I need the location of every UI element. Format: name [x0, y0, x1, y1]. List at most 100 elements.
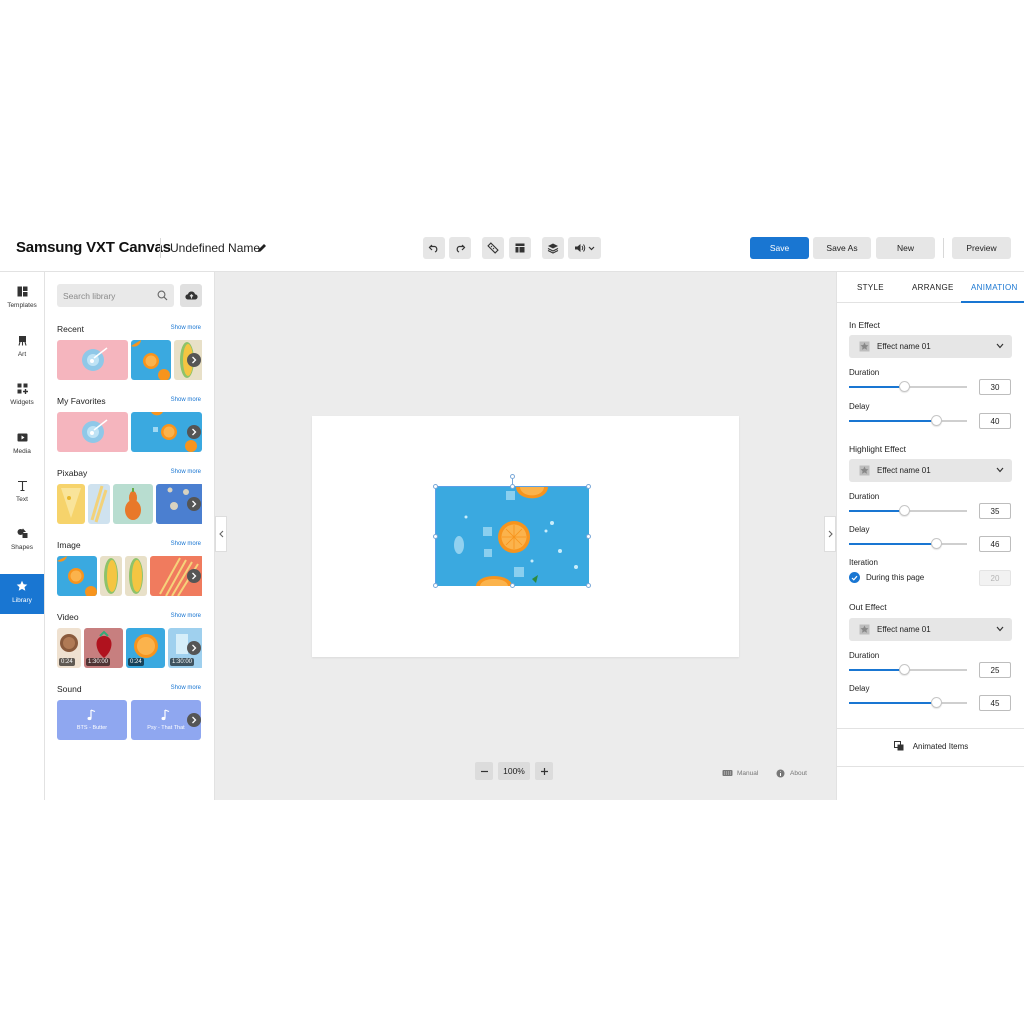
slider-knob[interactable] — [899, 664, 911, 675]
search-input[interactable] — [63, 288, 153, 303]
in-delay-slider[interactable] — [849, 415, 967, 426]
resize-handle[interactable] — [586, 534, 591, 539]
thumbnail-mango[interactable] — [100, 556, 122, 596]
rail-item-art[interactable]: Art — [0, 329, 44, 369]
thumbnail-orange[interactable] — [131, 340, 171, 380]
in-duration-input[interactable]: 30 — [979, 379, 1011, 395]
resize-handle[interactable] — [433, 583, 438, 588]
highlight-delay-slider[interactable] — [849, 538, 967, 549]
next-arrow-button[interactable] — [187, 497, 201, 511]
rail-item-text[interactable]: Text — [0, 474, 44, 514]
about-link[interactable]: About — [776, 769, 807, 778]
rotate-handle[interactable] — [510, 474, 515, 479]
tab-style[interactable]: STYLE — [857, 283, 884, 292]
rail-item-templates[interactable]: Templates — [0, 280, 44, 320]
next-arrow-button[interactable] — [187, 641, 201, 655]
slider-knob[interactable] — [931, 697, 943, 708]
volume-dropdown[interactable] — [568, 237, 601, 259]
grid-button[interactable] — [509, 237, 531, 259]
resize-handle[interactable] — [433, 534, 438, 539]
save-as-button[interactable]: Save As — [813, 237, 871, 259]
show-more-link[interactable]: Show more — [171, 685, 201, 691]
next-arrow-button[interactable] — [187, 569, 201, 583]
highlight-duration-slider[interactable] — [849, 505, 967, 516]
out-duration-slider[interactable] — [849, 664, 967, 675]
layers-button[interactable] — [542, 237, 564, 259]
chevron-down-icon — [996, 626, 1004, 632]
keyboard-icon — [722, 770, 733, 776]
highlight-effect-dropdown[interactable]: Effect name 01 — [849, 459, 1012, 482]
thumbnail-lemon[interactable] — [57, 484, 85, 524]
undo-button[interactable] — [423, 237, 445, 259]
thumbnail-drink[interactable] — [57, 340, 128, 380]
thumbnail-strawberry[interactable]: 1:30:00 — [84, 628, 123, 668]
resize-handle[interactable] — [433, 484, 438, 489]
media-icon — [17, 433, 27, 442]
dropdown-value: Effect name 01 — [877, 466, 931, 475]
show-more-link[interactable]: Show more — [171, 613, 201, 619]
iteration-input: 20 — [979, 570, 1011, 586]
thumbnail-orange[interactable]: 0:24 — [126, 628, 165, 668]
thumbnail-drink[interactable] — [57, 412, 128, 452]
highlight-duration-input[interactable]: 35 — [979, 503, 1011, 519]
chevron-right-icon — [192, 428, 197, 436]
in-effect-dropdown[interactable]: Effect name 01 — [849, 335, 1012, 358]
slider-knob[interactable] — [931, 538, 943, 549]
during-this-page-checkbox[interactable]: During this page — [849, 572, 924, 583]
show-more-link[interactable]: Show more — [171, 325, 201, 331]
resize-handle[interactable] — [510, 583, 515, 588]
rail-item-media[interactable]: Media — [0, 426, 44, 466]
zoom-out-button[interactable] — [475, 762, 493, 780]
out-delay-slider[interactable] — [849, 697, 967, 708]
zoom-in-button[interactable] — [535, 762, 553, 780]
sound-item[interactable]: BTS - Butter — [57, 700, 127, 740]
next-arrow-button[interactable] — [187, 713, 201, 727]
redo-button[interactable] — [449, 237, 471, 259]
out-effect-dropdown[interactable]: Effect name 01 — [849, 618, 1012, 641]
rail-item-library[interactable]: Library — [0, 574, 44, 614]
thumbnail-pasta[interactable] — [88, 484, 110, 524]
rail-label: Art — [17, 351, 27, 358]
resize-handle[interactable] — [586, 583, 591, 588]
rail-label: Media — [13, 448, 31, 455]
resize-handle[interactable] — [586, 484, 591, 489]
search-icon[interactable] — [157, 290, 168, 301]
rail-item-shapes[interactable]: Shapes — [0, 522, 44, 562]
thumbnail-mango[interactable] — [125, 556, 147, 596]
collapse-left-button[interactable] — [215, 516, 227, 552]
animated-items-button[interactable]: Animated Items — [837, 727, 1024, 765]
in-delay-input[interactable]: 40 — [979, 413, 1011, 429]
canvas-page[interactable] — [312, 416, 739, 657]
next-arrow-button[interactable] — [187, 353, 201, 367]
thumbnail-coffee[interactable]: 0:24 — [57, 628, 81, 668]
zoom-level[interactable]: 100% — [498, 762, 530, 780]
out-duration-input[interactable]: 25 — [979, 662, 1011, 678]
next-arrow-button[interactable] — [187, 425, 201, 439]
tab-animation[interactable]: ANIMATION — [971, 283, 1018, 292]
show-more-link[interactable]: Show more — [171, 469, 201, 475]
thumbnail-squash[interactable] — [113, 484, 153, 524]
new-button[interactable]: New — [876, 237, 935, 259]
manual-link[interactable]: Manual — [722, 769, 758, 777]
highlight-delay-input[interactable]: 46 — [979, 536, 1011, 552]
templates-icon — [17, 286, 27, 297]
preview-button[interactable]: Preview — [952, 237, 1011, 259]
tab-arrange[interactable]: ARRANGE — [912, 283, 954, 292]
document-name[interactable]: Undefined Name — [170, 241, 260, 255]
rail-item-widgets[interactable]: Widgets — [0, 377, 44, 417]
selected-image[interactable] — [433, 474, 591, 588]
ruler-button[interactable] — [482, 237, 504, 259]
pencil-icon[interactable] — [256, 242, 268, 254]
in-duration-slider[interactable] — [849, 381, 967, 392]
collapse-right-button[interactable] — [824, 516, 836, 552]
upload-button[interactable] — [180, 284, 202, 307]
slider-knob[interactable] — [899, 381, 911, 392]
show-more-link[interactable]: Show more — [171, 397, 201, 403]
out-delay-input[interactable]: 45 — [979, 695, 1011, 711]
show-more-link[interactable]: Show more — [171, 541, 201, 547]
thumbnail-orange[interactable] — [57, 556, 97, 596]
save-button[interactable]: Save — [750, 237, 809, 259]
slider-knob[interactable] — [931, 415, 943, 426]
slider-knob[interactable] — [899, 505, 911, 516]
search-box[interactable] — [57, 284, 174, 307]
